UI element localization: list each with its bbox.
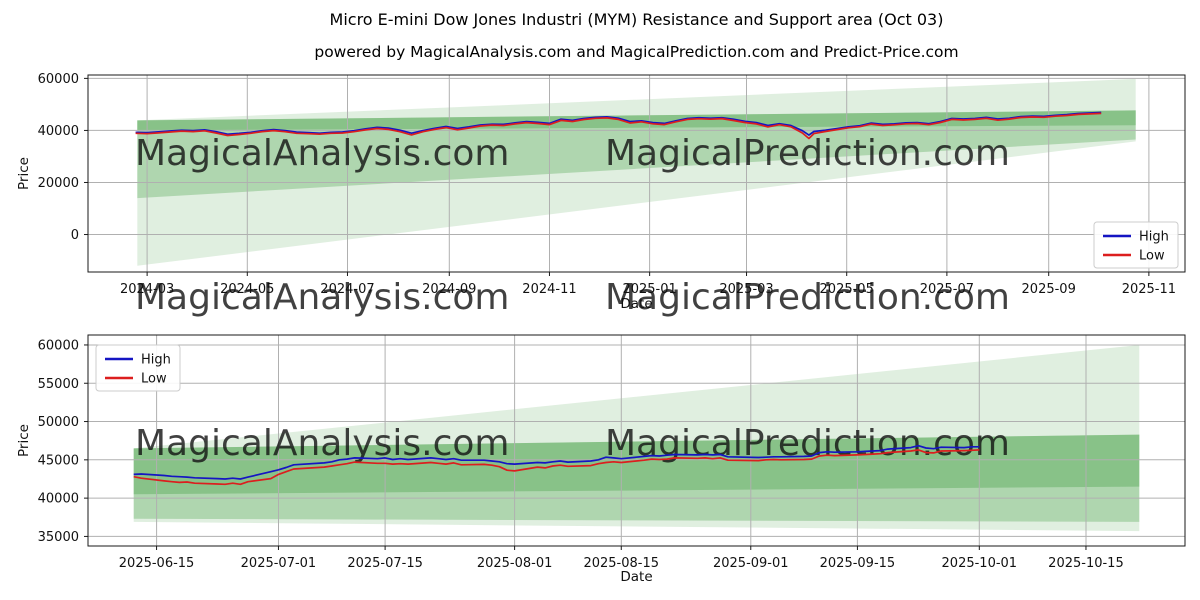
x-tick-label: 2025-07-01: [241, 556, 317, 571]
subplot-bottom: MagicalAnalysis.com MagicalPrediction.com…: [16, 334, 1186, 585]
y-tick-label: 0: [71, 228, 79, 243]
x-tick-label: 2024-03: [120, 282, 174, 297]
x-tick-label: 2025-06-15: [119, 556, 195, 571]
x-tick-label: 2025-10-01: [942, 556, 1018, 571]
y-tick-label: 60000: [38, 338, 79, 353]
legend: High Low: [1093, 221, 1179, 269]
x-tick-label: 2025-11: [1122, 282, 1176, 297]
watermark-text: MagicalAnalysis.com: [135, 133, 509, 174]
y-axis-label: Price: [16, 157, 32, 190]
watermark-text: MagicalAnalysis.com: [135, 423, 509, 464]
legend: High Low: [95, 344, 181, 392]
x-tick-label: 2025-01: [622, 282, 676, 297]
x-tick-label: 2024-09: [422, 282, 476, 297]
charts-canvas: MagicalAnalysis.com MagicalPrediction.com…: [16, 72, 1186, 585]
y-tick-label: 55000: [38, 377, 79, 392]
x-tick-label: 2025-09-15: [820, 556, 896, 571]
legend-label-high: High: [141, 353, 171, 368]
subplot-top: MagicalAnalysis.com MagicalPrediction.com…: [16, 72, 1186, 312]
y-tick-label: 40000: [38, 124, 79, 139]
x-tick-label: 2025-09: [1022, 282, 1076, 297]
x-tick-label: 2024-05: [220, 282, 274, 297]
x-tick-label: 2024-11: [522, 282, 576, 297]
x-tick-label: 2024-07: [320, 282, 374, 297]
legend-label-low: Low: [141, 372, 167, 387]
watermark-text: MagicalPrediction.com: [605, 423, 1010, 464]
figure: Micro E-mini Dow Jones Industri (MYM) Re…: [0, 0, 1200, 600]
x-tick-label: 2025-07-15: [347, 556, 423, 571]
x-tick-label: 2025-10-15: [1048, 556, 1124, 571]
y-tick-label: 20000: [38, 176, 79, 191]
watermark-text: MagicalPrediction.com: [605, 133, 1010, 174]
y-tick-label: 60000: [38, 72, 79, 87]
x-axis-label: Date: [620, 569, 652, 585]
legend-label-high: High: [1139, 230, 1169, 245]
y-tick-label: 45000: [38, 453, 79, 468]
y-tick-label: 50000: [38, 415, 79, 430]
x-axis-label: Date: [620, 296, 652, 312]
x-tick-label: 2025-03: [719, 282, 773, 297]
y-tick-label: 35000: [38, 530, 79, 545]
y-tick-label: 40000: [38, 492, 79, 507]
y-axis-label: Price: [16, 424, 32, 457]
x-tick-label: 2025-08-01: [477, 556, 553, 571]
x-tick-label: 2025-09-01: [713, 556, 789, 571]
x-tick-label: 2025-05: [820, 282, 874, 297]
x-tick-label: 2025-07: [920, 282, 974, 297]
legend-label-low: Low: [1139, 249, 1165, 264]
